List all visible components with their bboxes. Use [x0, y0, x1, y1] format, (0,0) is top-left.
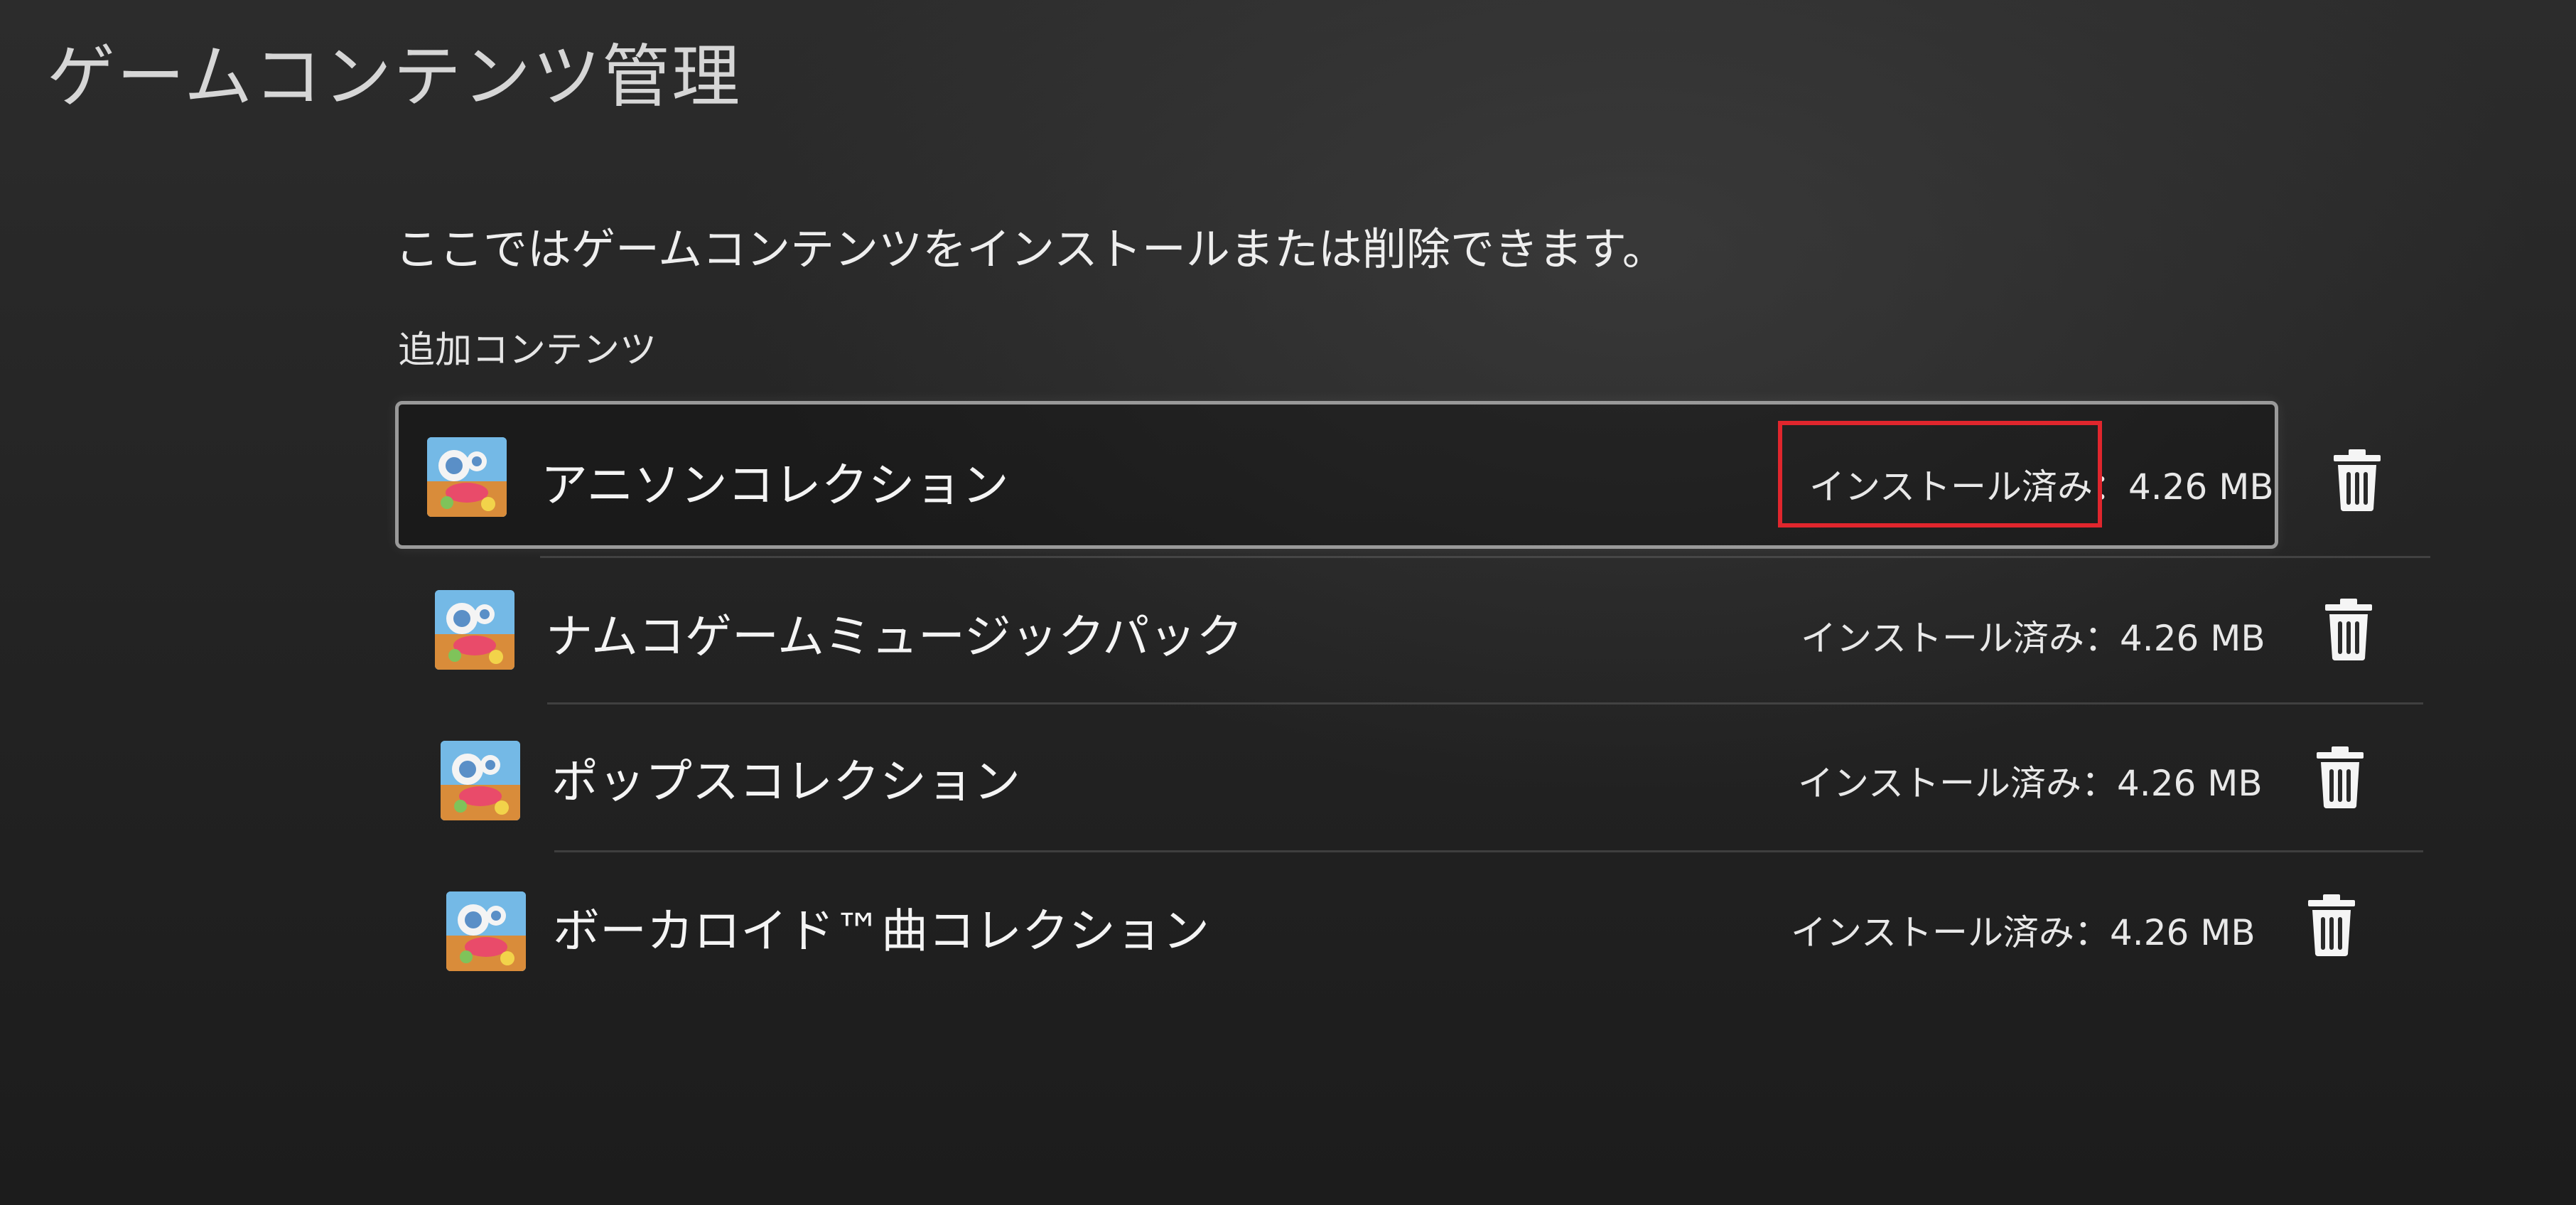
game-thumbnail-icon — [446, 891, 526, 971]
item-title: ポップスコレクション — [551, 754, 1020, 809]
add-on-content-list: アニソンコレクション インストール済み：4.26 MB ナムコゲームミュージック… — [0, 0, 2576, 1205]
item-title: ボーカロイド™曲コレクション — [553, 904, 1209, 958]
trash-icon[interactable] — [2314, 745, 2366, 809]
list-item-vocaloid-collection[interactable]: ボーカロイド™曲コレクション インストール済み：4.26 MB — [441, 853, 2423, 1001]
game-thumbnail-icon — [427, 437, 507, 517]
item-title: ナムコゲームミュージックパック — [546, 609, 1244, 664]
item-title: アニソンコレクション — [541, 458, 1009, 513]
list-item-namco-game-music-pack[interactable]: ナムコゲームミュージックパック インストール済み：4.26 MB — [426, 555, 2423, 702]
trash-icon[interactable] — [2322, 597, 2375, 661]
game-thumbnail-icon — [435, 590, 514, 670]
game-thumbnail-icon — [441, 741, 520, 820]
list-item-pops-collection[interactable]: ポップスコレクション インストール済み：4.26 MB — [433, 704, 2423, 852]
trash-icon[interactable] — [2331, 448, 2383, 512]
install-status: インストール済み：4.26 MB — [1791, 912, 2256, 953]
trash-icon[interactable] — [2305, 893, 2358, 957]
annotation-highlight-box — [1778, 421, 2102, 527]
install-status: インストール済み：4.26 MB — [1801, 618, 2265, 659]
install-status: インストール済み：4.26 MB — [1798, 763, 2263, 804]
